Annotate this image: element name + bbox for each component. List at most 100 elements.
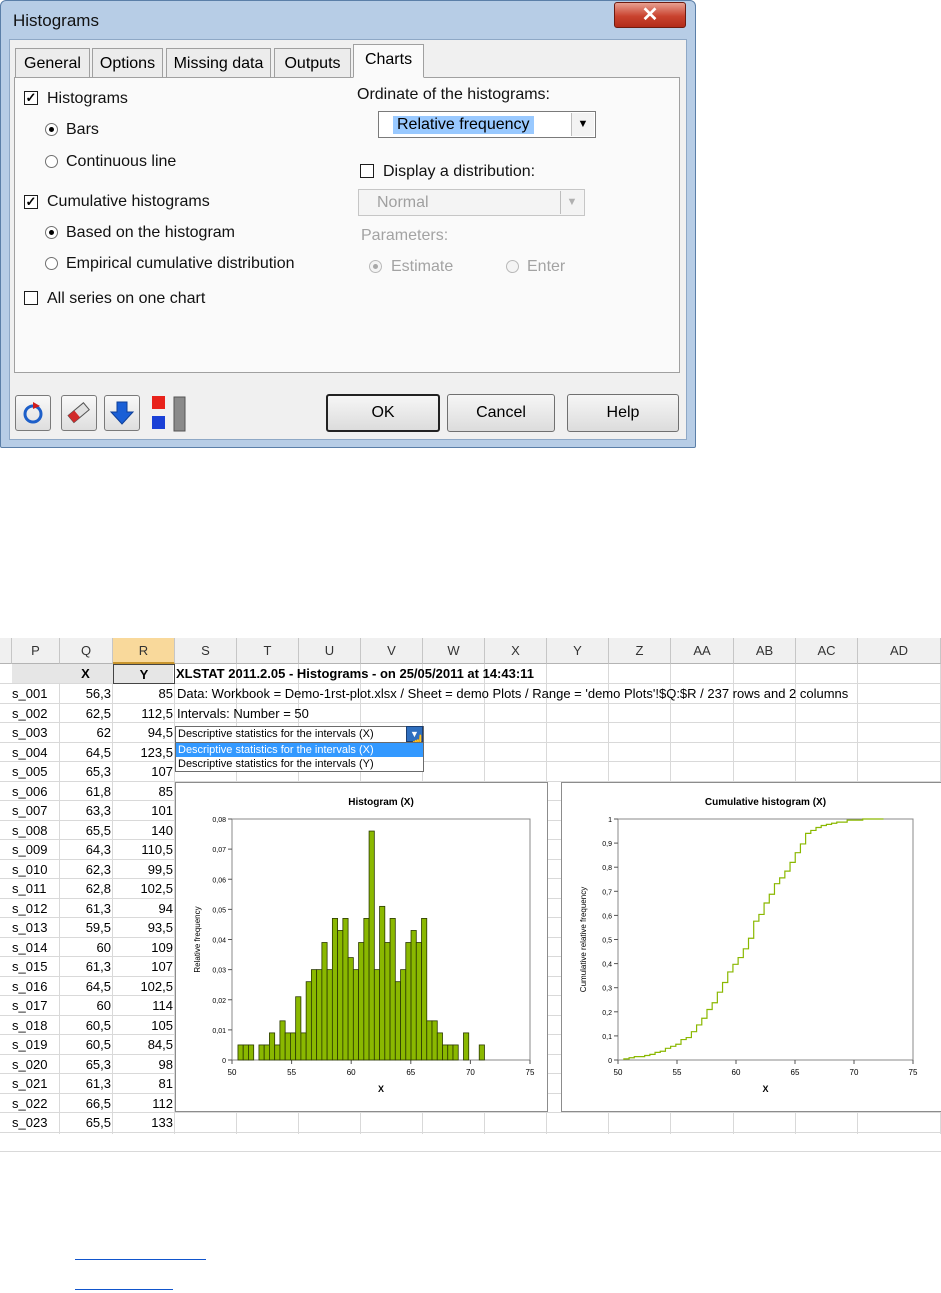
y-value-cell[interactable]: 84,5 [113,1035,173,1054]
continuous-line-radio[interactable] [45,155,58,168]
y-value-cell[interactable]: 102,5 [113,879,173,898]
column-header-p[interactable]: P [12,638,60,664]
x-value-cell[interactable]: 63,3 [60,801,111,820]
x-value-cell[interactable]: 66,5 [60,1094,111,1113]
clear-button[interactable] [61,395,97,431]
column-header-v[interactable]: V [361,638,423,664]
y-value-cell[interactable]: 123,5 [113,743,173,762]
y-value-cell[interactable]: 99,5 [113,860,173,879]
x-value-cell[interactable]: 60,5 [60,1035,111,1054]
help-button[interactable]: Help [567,394,679,432]
header-y[interactable]: Y [113,664,175,684]
estimate-radio[interactable] [369,260,382,273]
x-value-cell[interactable]: 65,3 [60,1055,111,1074]
x-value-cell[interactable]: 61,3 [60,899,111,918]
y-value-cell[interactable]: 98 [113,1055,173,1074]
tab-outputs[interactable]: Outputs [274,48,351,78]
y-value-cell[interactable]: 93,5 [113,918,173,937]
close-button[interactable]: ✕ [614,2,686,28]
y-value-cell[interactable]: 85 [113,782,173,801]
intervals-line[interactable]: Intervals: Number = 50 [177,704,309,723]
x-value-cell[interactable]: 56,3 [60,684,111,703]
bars-radio[interactable] [45,123,58,136]
x-value-cell[interactable]: 64,5 [60,977,111,996]
column-header-y[interactable]: Y [547,638,609,664]
column-header-t[interactable]: T [237,638,299,664]
y-value-cell[interactable]: 107 [113,957,173,976]
column-header-r[interactable]: R [113,638,175,664]
x-value-cell[interactable]: 62,3 [60,860,111,879]
y-value-cell[interactable]: 85 [113,684,173,703]
y-value-cell[interactable]: 112 [113,1094,173,1113]
column-header-ad[interactable]: AD [858,638,941,664]
hyperlink-underline[interactable] [75,1259,206,1260]
x-value-cell[interactable]: 65,3 [60,762,111,781]
y-axis-label: Relative frequency [193,906,202,972]
x-value-cell[interactable]: 65,5 [60,821,111,840]
cancel-button[interactable]: Cancel [447,394,555,432]
x-value-cell[interactable]: 64,5 [60,743,111,762]
based-on-histogram-radio[interactable] [45,226,58,239]
x-value-cell[interactable]: 62,8 [60,879,111,898]
corner-cell[interactable] [0,638,12,664]
y-value-cell[interactable]: 94,5 [113,723,173,742]
display-distribution-checkbox[interactable] [360,164,374,178]
dropdown-option[interactable]: Descriptive statistics for the intervals… [176,743,423,757]
y-value-cell[interactable]: 110,5 [113,840,173,859]
y-value-cell[interactable]: 107 [113,762,173,781]
tab-charts[interactable]: Charts [353,44,424,78]
x-value-cell[interactable]: 64,3 [60,840,111,859]
y-value-cell[interactable]: 102,5 [113,977,173,996]
x-value-cell[interactable]: 61,3 [60,1074,111,1093]
header-x[interactable]: X [60,664,111,683]
column-header-x[interactable]: X [485,638,547,664]
column-header-z[interactable]: Z [609,638,671,664]
distribution-select[interactable]: Normal ▼ [358,189,585,216]
color-toggle-button[interactable] [150,395,188,433]
dropdown-option[interactable]: Descriptive statistics for the intervals… [176,757,423,771]
empirical-cdf-radio[interactable] [45,257,58,270]
y-value-cell[interactable]: 140 [113,821,173,840]
x-value-cell[interactable]: 59,5 [60,918,111,937]
y-value-cell[interactable]: 133 [113,1113,173,1132]
column-header-ab[interactable]: AB [734,638,796,664]
histogram-chart[interactable]: Histogram (X) 50 55 60 65 70 75 0 0,01 0,02 0,03 0,… [175,782,548,1112]
hyperlink-underline[interactable] [75,1289,173,1290]
x-value-cell[interactable]: 62 [60,723,111,742]
y-value-cell[interactable]: 94 [113,899,173,918]
data-description[interactable]: Data: Workbook = Demo-1rst-plot.xlsx / S… [177,684,848,703]
y-value-cell[interactable]: 112,5 [113,704,173,723]
reset-button[interactable] [15,395,51,431]
ordinate-select[interactable]: Relative frequency ▼ [378,111,596,138]
enter-radio[interactable] [506,260,519,273]
tab-general[interactable]: General [15,48,90,78]
x-value-cell[interactable]: 62,5 [60,704,111,723]
all-series-checkbox[interactable] [24,291,38,305]
column-header-aa[interactable]: AA [671,638,734,664]
x-value-cell[interactable]: 61,3 [60,957,111,976]
column-header-ac[interactable]: AC [796,638,858,664]
x-value-cell[interactable]: 60 [60,938,111,957]
column-header-u[interactable]: U [299,638,361,664]
move-down-button[interactable] [104,395,140,431]
y-value-cell[interactable]: 81 [113,1074,173,1093]
x-value-cell[interactable]: 65,5 [60,1113,111,1132]
x-value-cell[interactable]: 60 [60,996,111,1015]
tab-options[interactable]: Options [92,48,163,78]
y-value-cell[interactable]: 114 [113,996,173,1015]
report-title[interactable]: XLSTAT 2011.2.05 - Histograms - on 25/05… [176,664,534,683]
stats-dropdown[interactable]: Descriptive statistics for the intervals… [175,726,424,743]
column-header-w[interactable]: W [423,638,485,664]
cumulative-checkbox[interactable]: ✓ [24,195,38,209]
tab-missing-data[interactable]: Missing data [166,48,271,78]
x-value-cell[interactable]: 61,8 [60,782,111,801]
ok-button[interactable]: OK [326,394,440,432]
histograms-checkbox[interactable]: ✓ [24,91,38,105]
column-header-s[interactable]: S [175,638,237,664]
y-value-cell[interactable]: 101 [113,801,173,820]
cumulative-chart[interactable]: Cumulative histogram (X) 50 55 60 65 70 75 0 0,1… [561,782,941,1112]
x-value-cell[interactable]: 60,5 [60,1016,111,1035]
y-value-cell[interactable]: 109 [113,938,173,957]
y-value-cell[interactable]: 105 [113,1016,173,1035]
column-header-q[interactable]: Q [60,638,113,664]
